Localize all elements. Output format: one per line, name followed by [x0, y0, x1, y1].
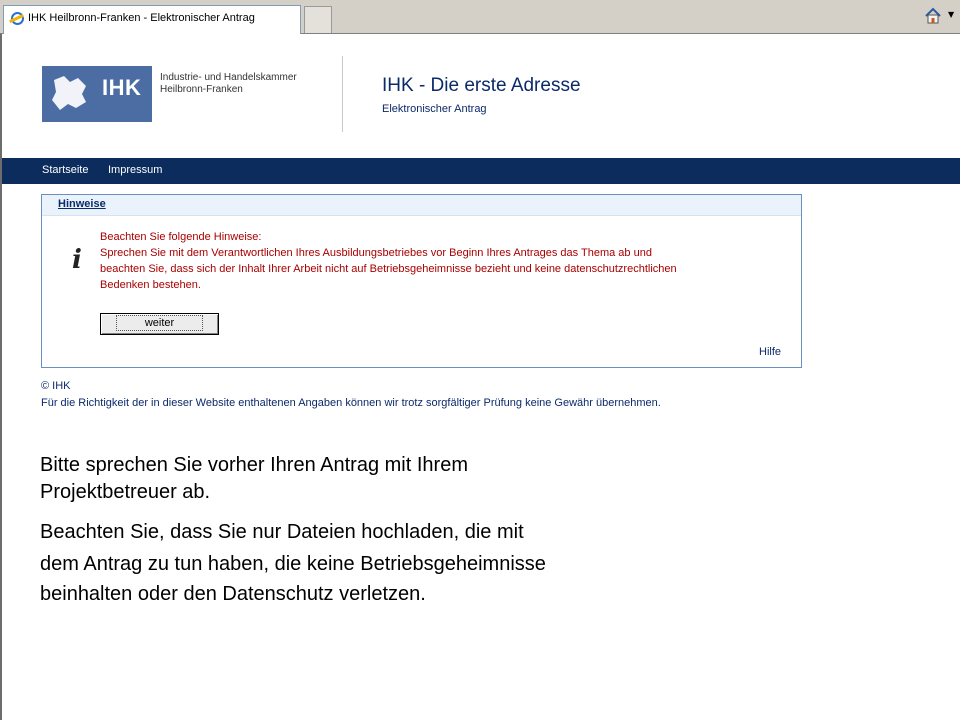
browser-tab-strip: IHK Heilbronn-Franken - Elektronischer A…: [0, 0, 960, 34]
disclaimer: Für die Richtigkeit der in dieser Websit…: [41, 397, 661, 409]
browser-favicon-icon: [11, 12, 24, 25]
copyright: © IHK: [41, 380, 71, 392]
home-icon[interactable]: [924, 7, 942, 25]
browser-tab-title: IHK Heilbronn-Franken - Elektronischer A…: [28, 12, 255, 24]
info-icon: i: [72, 245, 82, 275]
notice-line-4: Bedenken bestehen.: [100, 279, 201, 291]
home-dropdown-icon[interactable]: ▼: [948, 10, 954, 19]
nav-item-impressum[interactable]: Impressum: [108, 164, 162, 176]
overlay-p2-line1: Beachten Sie, dass Sie nur Dateien hochl…: [40, 521, 524, 543]
notice-heading[interactable]: Hinweise: [58, 198, 106, 210]
overlay-p2-line2: dem Antrag zu tun haben, die keine Betri…: [40, 553, 546, 575]
nav-item-startseite[interactable]: Startseite: [42, 164, 88, 176]
org-name-line2: Heilbronn-Franken: [160, 84, 243, 95]
new-tab-button[interactable]: [304, 6, 332, 33]
org-name-line1: Industrie- und Handelskammer: [160, 72, 297, 83]
notice-panel: Hinweise i Beachten Sie folgende Hinweis…: [41, 194, 802, 368]
notice-line-1: Beachten Sie folgende Hinweise:: [100, 231, 262, 243]
overlay-p1-line1: Bitte sprechen Sie vorher Ihren Antrag m…: [40, 454, 468, 476]
browser-tab[interactable]: IHK Heilbronn-Franken - Elektronischer A…: [3, 5, 301, 34]
overlay-p1-line2: Projektbetreuer ab.: [40, 481, 211, 503]
notice-line-3: beachten Sie, dass sich der Inhalt Ihrer…: [100, 263, 677, 275]
weiter-button[interactable]: weiter: [100, 313, 219, 335]
logo-text: IHK: [102, 75, 142, 100]
page-subtitle: Elektronischer Antrag: [382, 103, 487, 115]
nav-bar: Startseite Impressum: [2, 158, 960, 184]
notice-header: Hinweise: [42, 195, 801, 216]
ihk-logo: IHK: [42, 66, 152, 122]
header-divider: [342, 56, 343, 132]
region-map-icon: [52, 76, 86, 110]
notice-line-2: Sprechen Sie mit dem Verantwortlichen Ih…: [100, 247, 652, 259]
weiter-button-label: weiter: [115, 315, 204, 331]
overlay-p2-line3: beinhalten oder den Datenschutz verletze…: [40, 583, 426, 605]
page-title: IHK - Die erste Adresse: [382, 75, 581, 96]
window-frame-left: [0, 34, 2, 720]
help-link[interactable]: Hilfe: [759, 346, 781, 358]
